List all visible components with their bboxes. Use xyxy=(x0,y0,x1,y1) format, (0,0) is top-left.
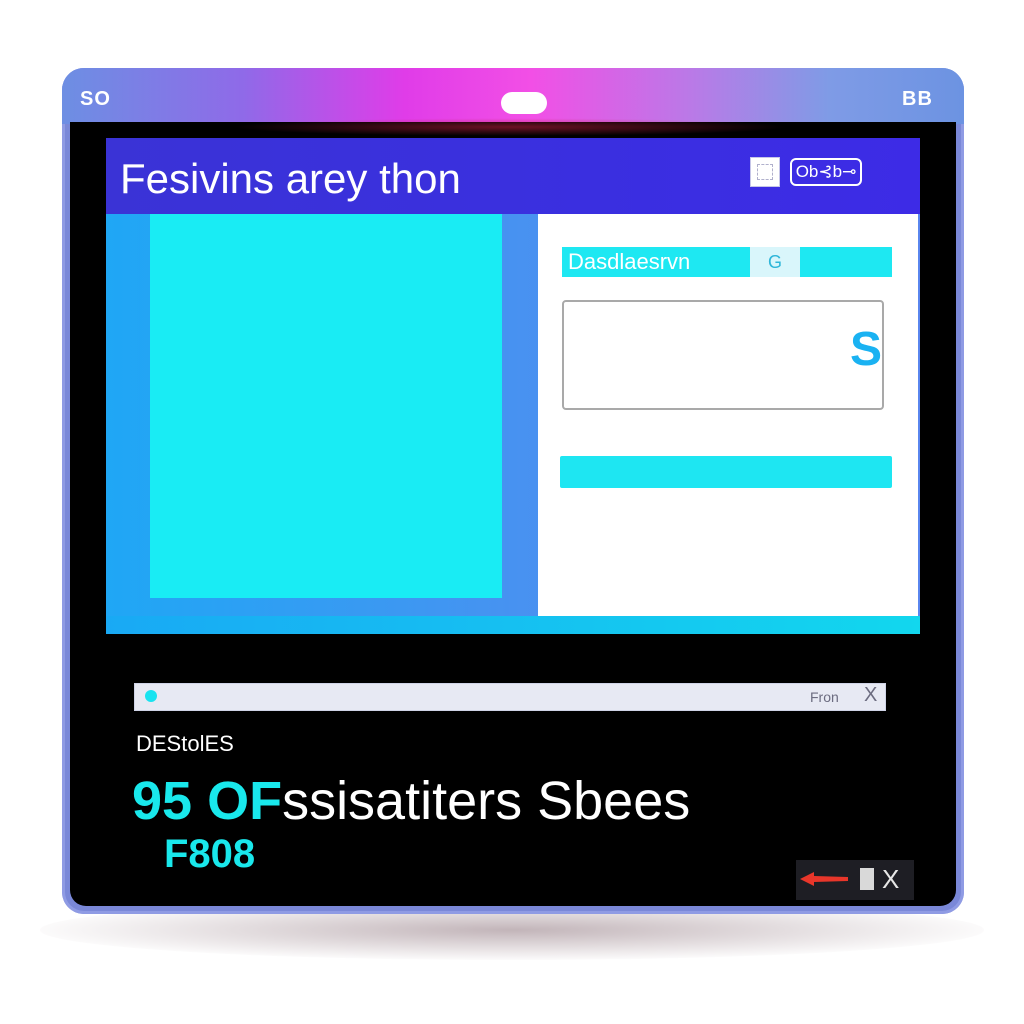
camera-pill xyxy=(501,92,547,114)
screen-glow xyxy=(230,118,790,136)
description-chip[interactable]: G xyxy=(750,247,800,277)
app-bottom-strip xyxy=(106,616,920,634)
headline-text: ssisatiters Sbees xyxy=(282,771,691,831)
search-close-icon[interactable]: X xyxy=(864,684,877,707)
subline: F808 xyxy=(164,832,256,876)
input-value: S xyxy=(850,323,883,376)
description-label: Dasdlaesrvn xyxy=(568,249,691,274)
document-icon[interactable] xyxy=(860,868,874,890)
window-right-label: BB xyxy=(902,88,933,110)
window-left-label: SO xyxy=(80,88,111,110)
header-image-icon[interactable] xyxy=(750,157,780,187)
headline: 95 OFssisatiters Sbees xyxy=(132,770,690,832)
arrow-icon[interactable] xyxy=(800,872,848,886)
headline-number: 95 OF xyxy=(132,771,283,831)
search-input[interactable] xyxy=(134,683,886,711)
header-button[interactable]: Ob⊰b⊸ xyxy=(790,158,862,186)
submit-button[interactable] xyxy=(560,456,892,488)
content-preview-panel xyxy=(150,214,502,598)
text-input[interactable] xyxy=(562,300,884,410)
section-label: DEStolES xyxy=(136,731,234,756)
tray-close-icon[interactable]: X xyxy=(882,864,899,895)
search-indicator-icon xyxy=(145,690,157,702)
search-text: Fron xyxy=(810,689,839,705)
app-title: Fesivins arey thon xyxy=(120,155,461,202)
